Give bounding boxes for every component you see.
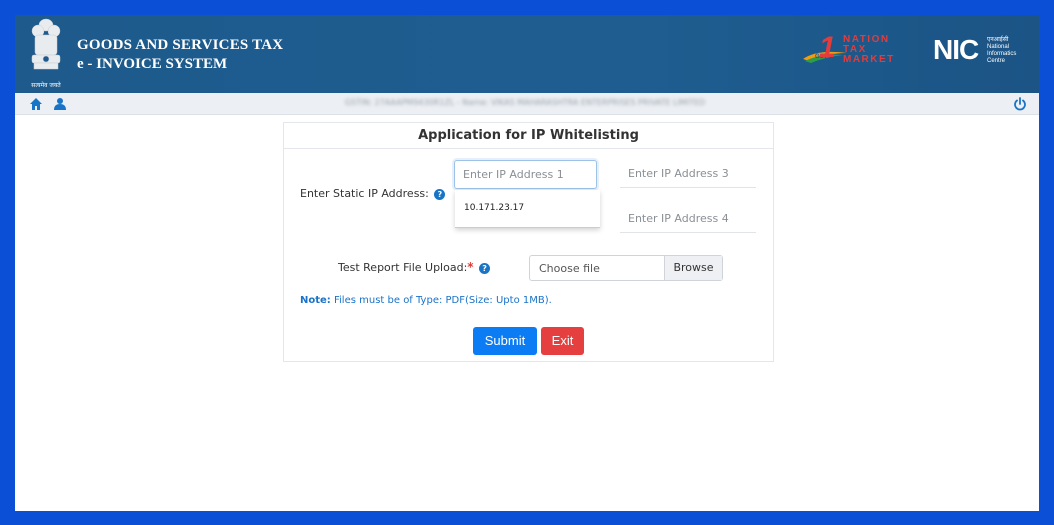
top-toolbar: GSTIN: 27AAAPM9430R1ZL - Name: VIKAS MAH… (15, 93, 1039, 115)
file-upload-input[interactable]: Choose file Browse (529, 255, 723, 281)
nic-line: National (987, 44, 1010, 50)
nic-line: Informatics (987, 51, 1017, 57)
ontm-number: 1 (819, 31, 836, 64)
submit-button[interactable]: Submit (473, 327, 537, 355)
required-marker: * (467, 260, 474, 274)
nic-text: एनआईसी National Informatics Centre (987, 37, 1016, 65)
national-emblem-logo: सत्यमेव जयते (31, 18, 61, 89)
emblem-caption: सत्यमेव जयते (31, 81, 61, 89)
file-upload-placeholder: Choose file (539, 262, 600, 275)
taxpayer-info-text: GSTIN: 27AAAPM9430R1ZL - Name: VIKAS MAH… (344, 98, 706, 107)
ip-autocomplete-dropdown: 10.171.23.17 (455, 190, 600, 228)
nic-line: Centre (987, 58, 1006, 64)
browse-button[interactable]: Browse (664, 256, 722, 280)
site-title-line2: e - INVOICE SYSTEM (77, 56, 228, 72)
ip-address-4-input[interactable] (620, 205, 756, 233)
power-icon[interactable] (1013, 97, 1027, 111)
autocomplete-suggestion[interactable]: 10.171.23.17 (464, 203, 524, 213)
ip-address-1-input[interactable] (454, 160, 597, 189)
help-icon[interactable]: ? (479, 262, 491, 274)
user-icon[interactable] (53, 97, 67, 111)
help-icon[interactable]: ? (434, 188, 446, 200)
browser-viewport: सत्यमेव जयते GOODS AND SERVICES TAX e - … (15, 15, 1039, 511)
file-upload-label: Test Report File Upload:* ? (338, 260, 491, 274)
nic-logo: NIC एनआईसी National Informatics Centre (933, 34, 1033, 67)
note-text: Files must be of Type: PDF(Size: Upto 1M… (334, 295, 552, 306)
exit-button[interactable]: Exit (541, 327, 584, 355)
nic-line: एनआईसी (987, 37, 1009, 43)
note-label: Note: (300, 295, 331, 306)
file-upload-label-text: Test Report File Upload: (338, 261, 468, 274)
site-title-line1: GOODS AND SERVICES TAX (77, 37, 284, 53)
form-title: Application for IP Whitelisting (284, 123, 773, 149)
ontm-words: NATION TAX MARKET (843, 35, 895, 65)
nic-mark: NIC (933, 34, 979, 65)
site-header: सत्यमेव जयते GOODS AND SERVICES TAX e - … (15, 15, 1039, 93)
ontm-word: MARKET (843, 54, 895, 65)
home-icon[interactable] (29, 97, 43, 111)
file-type-note: Note: Files must be of Type: PDF(Size: U… (300, 295, 552, 306)
one-nation-one-tax-logo: GST 1 NATION TAX MARKET (803, 33, 925, 67)
static-ip-label: Enter Static IP Address: ? (300, 187, 446, 200)
ip-whitelisting-form: Application for IP Whitelisting Enter St… (283, 122, 774, 362)
static-ip-label-text: Enter Static IP Address: (300, 187, 429, 200)
ip-address-3-input[interactable] (620, 160, 756, 188)
